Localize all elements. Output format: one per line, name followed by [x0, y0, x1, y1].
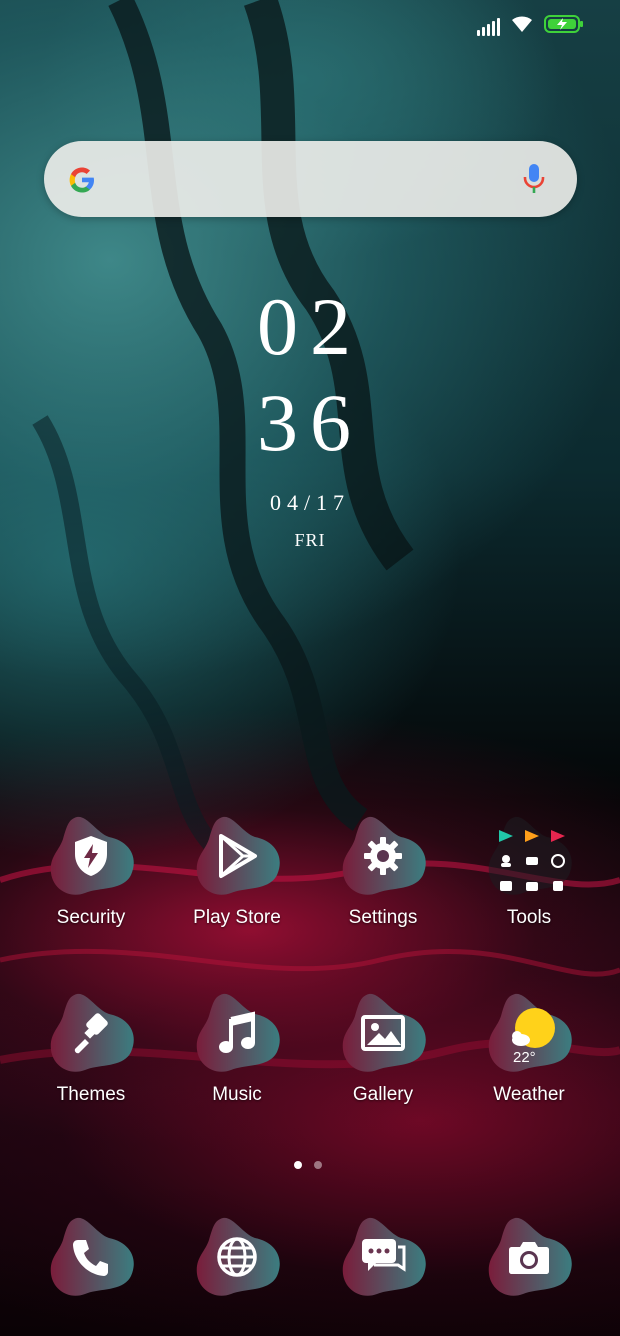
- weather-temperature: 22°: [513, 1049, 536, 1066]
- app-security[interactable]: Security: [26, 815, 156, 929]
- google-search-bar[interactable]: [44, 141, 577, 217]
- mini-app-icon: [497, 827, 515, 845]
- app-tools-folder[interactable]: Tools: [464, 815, 594, 929]
- app-icon-background: 22°: [483, 992, 575, 1074]
- app-label: Tools: [506, 907, 552, 928]
- signal-icon: [477, 17, 500, 36]
- battery-icon: [544, 14, 584, 39]
- app-label: Security: [56, 907, 126, 928]
- clock-day: FRI: [294, 530, 326, 550]
- app-icon-background: [337, 815, 429, 897]
- app-icon-background: [191, 992, 283, 1074]
- app-icon-background: [191, 1216, 283, 1298]
- microphone-icon[interactable]: [522, 162, 546, 201]
- page-indicator: [294, 1161, 322, 1169]
- dock-messages[interactable]: [318, 1216, 448, 1298]
- app-music[interactable]: Music: [172, 992, 302, 1106]
- clock-date: 04/17: [269, 490, 351, 515]
- music-note-icon: [191, 992, 283, 1074]
- mini-app-icon: [549, 877, 567, 895]
- wifi-icon: [510, 15, 534, 38]
- clock-hour[interactable]: 02: [0, 278, 620, 376]
- mini-app-icon: [523, 827, 541, 845]
- app-icon-background: [191, 815, 283, 897]
- dock-phone[interactable]: [26, 1216, 156, 1298]
- gear-icon: [337, 815, 429, 897]
- mini-app-icon: [497, 852, 515, 870]
- app-icon-background: [483, 1216, 575, 1298]
- dock-camera[interactable]: [464, 1216, 594, 1298]
- page-dot[interactable]: [314, 1161, 322, 1169]
- play-store-icon: [191, 815, 283, 897]
- phone-icon: [45, 1216, 137, 1298]
- app-label: Settings: [348, 907, 418, 928]
- search-input[interactable]: [124, 161, 508, 199]
- app-label: Weather: [493, 1084, 565, 1105]
- google-logo-icon: [64, 162, 100, 203]
- app-label: Gallery: [352, 1084, 414, 1105]
- app-icon-background: [45, 815, 137, 897]
- mini-app-icon: [523, 852, 541, 870]
- app-icon-background: [45, 1216, 137, 1298]
- app-weather[interactable]: 22° Weather: [464, 992, 594, 1106]
- page-dot-active[interactable]: [294, 1161, 302, 1169]
- paintbrush-icon: [45, 992, 137, 1074]
- clock-minute[interactable]: 36: [0, 374, 620, 472]
- app-label: Play Store: [193, 907, 281, 928]
- status-bar: [477, 14, 584, 39]
- image-icon: [337, 992, 429, 1074]
- globe-icon: [191, 1216, 283, 1298]
- app-play-store[interactable]: Play Store: [172, 815, 302, 929]
- camera-icon: [483, 1216, 575, 1298]
- app-label: Themes: [56, 1084, 126, 1105]
- mini-app-icon: [549, 852, 567, 870]
- mini-app-icon: [523, 877, 541, 895]
- folder-contents: [497, 827, 567, 895]
- shield-bolt-icon: [45, 815, 137, 897]
- app-settings[interactable]: Settings: [318, 815, 448, 929]
- folder-icon: [483, 815, 575, 897]
- chat-icon: [337, 1216, 429, 1298]
- app-icon-background: [337, 1216, 429, 1298]
- mini-app-icon: [549, 827, 567, 845]
- dock-browser[interactable]: [172, 1216, 302, 1298]
- mini-app-icon: [497, 877, 515, 895]
- app-icon-background: [337, 992, 429, 1074]
- app-label: Music: [212, 1084, 262, 1105]
- app-gallery[interactable]: Gallery: [318, 992, 448, 1106]
- app-icon-background: [45, 992, 137, 1074]
- app-themes[interactable]: Themes: [26, 992, 156, 1106]
